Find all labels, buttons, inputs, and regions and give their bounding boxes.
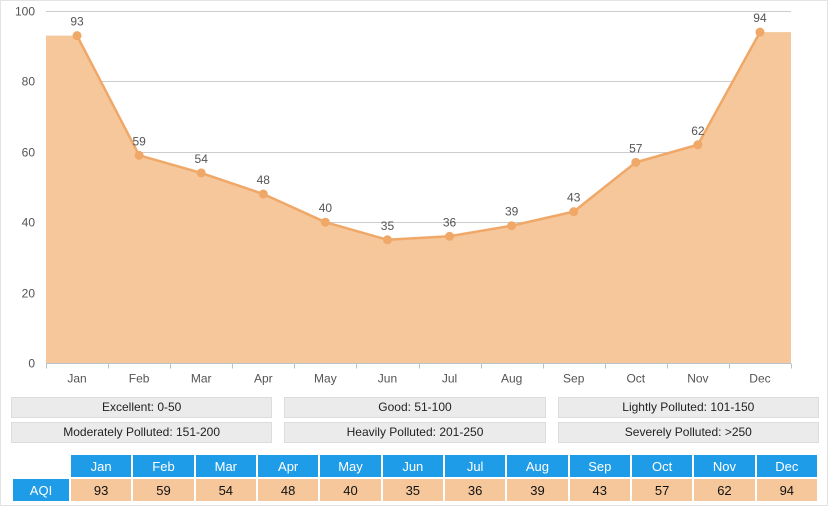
data-label-aug: 39	[505, 205, 519, 219]
table-header-row: Jan Feb Mar Apr May Jun Jul Aug Sep Oct Nov Dec	[13, 455, 817, 477]
legend-row-2: Moderately Polluted: 151-200 Heavily Pol…	[11, 422, 819, 443]
data-label-sep: 43	[567, 191, 581, 205]
table-corner-cell	[13, 455, 69, 477]
table-header-aug: Aug	[507, 455, 568, 477]
y-tick-label: 40	[22, 216, 36, 230]
data-point-nov[interactable]	[693, 140, 703, 150]
y-tick-label: 0	[28, 357, 35, 371]
data-point-sep[interactable]	[569, 207, 579, 217]
data-label-feb: 59	[132, 134, 146, 148]
legend-item-excellent[interactable]: Excellent: 0-50	[11, 397, 273, 418]
table-header-feb: Feb	[133, 455, 194, 477]
x-tick-label-nov: Nov	[687, 372, 708, 386]
table-header-jan: Jan	[71, 455, 132, 477]
legend-item-heavily-polluted[interactable]: Heavily Polluted: 201-250	[284, 422, 546, 443]
table-cell-aqi-apr: 48	[257, 479, 319, 501]
data-label-jan: 93	[70, 15, 84, 29]
aqi-chart-page: 0 20 40 60 80 100 93 59 54 48 40 35 36 39 43 57 62 94 Ja…	[0, 0, 828, 506]
data-label-may: 40	[319, 201, 333, 215]
legend-item-lightly-polluted[interactable]: Lightly Polluted: 101-150	[557, 397, 819, 418]
data-label-jul: 36	[443, 215, 457, 229]
x-tick-label-dec: Dec	[749, 372, 770, 386]
table-header-mar: Mar	[195, 455, 256, 477]
y-tick-label: 60	[22, 146, 36, 160]
data-label-nov: 62	[691, 124, 705, 138]
data-point-oct[interactable]	[631, 157, 641, 167]
data-label-apr: 48	[257, 173, 271, 187]
data-point-may[interactable]	[320, 217, 330, 227]
x-tick-label-aug: Aug	[501, 372, 522, 386]
y-axis-tick-labels: 0 20 40 60 80 100	[15, 5, 35, 371]
data-label-oct: 57	[629, 141, 643, 155]
table-header-sep: Sep	[569, 455, 630, 477]
table-header-jul: Jul	[444, 455, 506, 477]
table-header-oct: Oct	[631, 455, 693, 477]
table-cell-aqi-nov: 62	[694, 479, 755, 501]
y-tick-label: 100	[15, 5, 35, 19]
y-tick-label: 80	[22, 75, 36, 89]
data-point-aug[interactable]	[507, 221, 517, 231]
x-tick-label-mar: Mar	[191, 372, 212, 386]
x-tick-label-jun: Jun	[378, 372, 397, 386]
table-cell-aqi-jun: 35	[382, 479, 443, 501]
x-tick-label-jul: Jul	[442, 372, 457, 386]
table-cell-aqi-dec: 94	[756, 479, 817, 501]
x-axis-tick-labels: Jan Feb Mar Apr May Jun Jul Aug Sep Oct Nov Dec	[67, 372, 770, 386]
table-cell-aqi-jan: 93	[71, 479, 132, 501]
table-row: AQI 93 59 54 48 40 35 36 39 43 57 62 94	[13, 479, 817, 501]
table-cell-aqi-aug: 39	[507, 479, 568, 501]
data-point-mar[interactable]	[196, 168, 206, 178]
data-label-mar: 54	[195, 152, 209, 166]
data-label-jun: 35	[381, 219, 395, 233]
x-tick-label-oct: Oct	[626, 372, 645, 386]
table-header-may: May	[320, 455, 381, 477]
table-cell-aqi-oct: 57	[631, 479, 693, 501]
aqi-data-table: Jan Feb Mar Apr May Jun Jul Aug Sep Oct Nov Dec AQI…	[11, 453, 819, 503]
x-tick-label-sep: Sep	[563, 372, 585, 386]
x-tick-label-feb: Feb	[129, 372, 150, 386]
data-point-apr[interactable]	[258, 189, 268, 199]
y-tick-label: 20	[22, 287, 36, 301]
x-tick-label-apr: Apr	[254, 372, 273, 386]
legend-item-good[interactable]: Good: 51-100	[284, 397, 546, 418]
table-cell-aqi-sep: 43	[569, 479, 630, 501]
table-header-nov: Nov	[694, 455, 755, 477]
legend-row-1: Excellent: 0-50 Good: 51-100 Lightly Pol…	[11, 397, 819, 418]
data-point-jan[interactable]	[72, 31, 82, 41]
table-header-jun: Jun	[382, 455, 443, 477]
data-point-jul[interactable]	[445, 231, 455, 241]
legend-item-severely-polluted[interactable]: Severely Polluted: >250	[557, 422, 819, 443]
table-header-apr: Apr	[257, 455, 319, 477]
data-point-dec[interactable]	[755, 27, 765, 37]
legend-item-moderately-polluted[interactable]: Moderately Polluted: 151-200	[11, 422, 273, 443]
table-cell-aqi-feb: 59	[133, 479, 194, 501]
chart-area: 0 20 40 60 80 100 93 59 54 48 40 35 36 39 43 57 62 94 Ja…	[1, 1, 829, 393]
x-tick-label-jan: Jan	[67, 372, 86, 386]
table-cell-aqi-mar: 54	[195, 479, 256, 501]
data-point-feb[interactable]	[134, 150, 144, 160]
table-cell-aqi-may: 40	[320, 479, 381, 501]
legend: Excellent: 0-50 Good: 51-100 Lightly Pol…	[11, 397, 819, 447]
x-tick-label-may: May	[314, 372, 337, 386]
data-label-dec: 94	[753, 11, 767, 25]
table-row-label-aqi: AQI	[13, 479, 69, 501]
table-cell-aqi-jul: 36	[444, 479, 506, 501]
table-header-dec: Dec	[756, 455, 817, 477]
data-point-jun[interactable]	[382, 235, 392, 245]
x-axis	[46, 363, 792, 369]
aqi-area-chart: 0 20 40 60 80 100 93 59 54 48 40 35 36 39 43 57 62 94 Ja…	[15, 5, 792, 386]
